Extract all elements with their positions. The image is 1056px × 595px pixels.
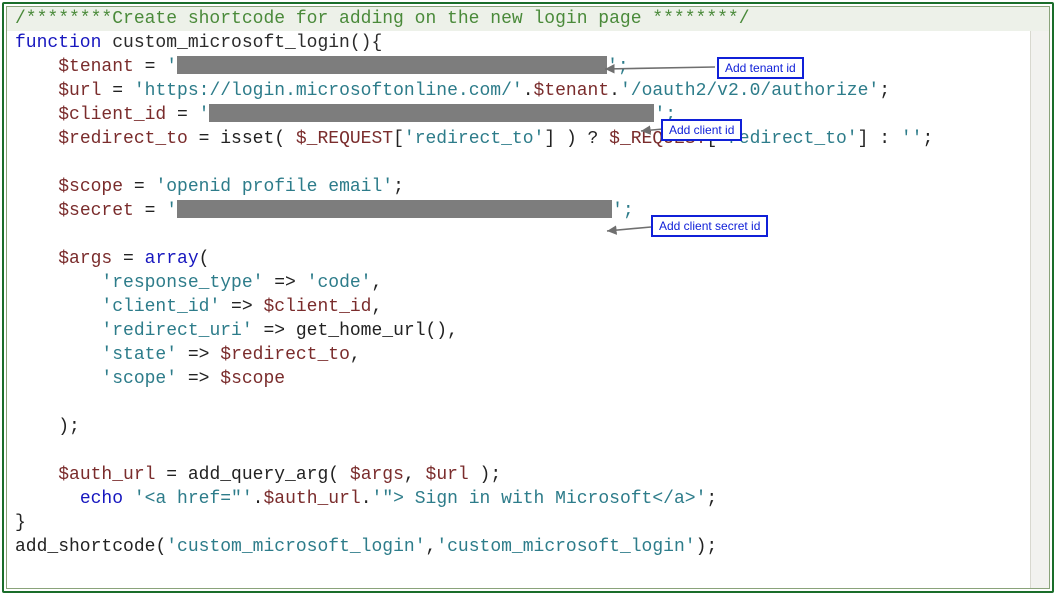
code-line: 'response_type' => 'code', bbox=[7, 271, 1049, 295]
keyword-echo: echo bbox=[80, 489, 123, 509]
code-line: $secret = ''; bbox=[7, 199, 1049, 223]
code-line: } bbox=[7, 511, 1049, 535]
redacted-tenant-id bbox=[177, 56, 607, 74]
code-block: /********Create shortcode for adding on … bbox=[7, 7, 1049, 559]
code-line: add_shortcode('custom_microsoft_login','… bbox=[7, 535, 1049, 559]
code-line: 'scope' => $scope bbox=[7, 367, 1049, 391]
code-line: 'redirect_uri' => get_home_url(), bbox=[7, 319, 1049, 343]
blank-line bbox=[7, 391, 1049, 415]
editor-viewport: /********Create shortcode for adding on … bbox=[6, 6, 1050, 589]
comment-text: /********Create shortcode for adding on … bbox=[15, 9, 750, 29]
blank-line bbox=[7, 439, 1049, 463]
code-line: echo '<a href="'.$auth_url.'"> Sign in w… bbox=[7, 487, 1049, 511]
callout-add-client-secret-id: Add client secret id bbox=[651, 215, 768, 237]
redacted-client-id bbox=[209, 104, 654, 122]
redacted-client-secret bbox=[177, 200, 612, 218]
var-redirect-to: $redirect_to bbox=[58, 129, 188, 149]
var-url: $url bbox=[58, 81, 101, 101]
code-line: function custom_microsoft_login(){ bbox=[7, 31, 1049, 55]
blank-line bbox=[7, 223, 1049, 247]
code-line: $redirect_to = isset( $_REQUEST['redirec… bbox=[7, 127, 1049, 151]
code-line: ); bbox=[7, 415, 1049, 439]
keyword-function: function bbox=[15, 33, 101, 53]
code-line: 'state' => $redirect_to, bbox=[7, 343, 1049, 367]
code-screenshot-frame: /********Create shortcode for adding on … bbox=[2, 2, 1054, 593]
code-line: $tenant = ''; bbox=[7, 55, 1049, 79]
code-line: $args = array( bbox=[7, 247, 1049, 271]
function-name: custom_microsoft_login(){ bbox=[101, 33, 382, 53]
code-line: 'client_id' => $client_id, bbox=[7, 295, 1049, 319]
var-client-id: $client_id bbox=[58, 105, 166, 125]
callout-add-client-id: Add client id bbox=[661, 119, 742, 141]
keyword-array: array bbox=[145, 249, 199, 269]
callout-arrow-tenant bbox=[603, 57, 723, 77]
code-line: $auth_url = add_query_arg( $args, $url )… bbox=[7, 463, 1049, 487]
var-args: $args bbox=[58, 249, 112, 269]
callout-arrow-secret bbox=[605, 219, 655, 235]
code-line: $scope = 'openid profile email'; bbox=[7, 175, 1049, 199]
code-comment-line: /********Create shortcode for adding on … bbox=[7, 7, 1049, 31]
code-line: $url = 'https://login.microsoftonline.co… bbox=[7, 79, 1049, 103]
var-secret: $secret bbox=[58, 201, 134, 221]
var-scope: $scope bbox=[58, 177, 123, 197]
callout-add-tenant-id: Add tenant id bbox=[717, 57, 804, 79]
blank-line bbox=[7, 151, 1049, 175]
var-auth-url: $auth_url bbox=[58, 465, 155, 485]
var-tenant: $tenant bbox=[58, 57, 134, 77]
code-line: $client_id = ''; bbox=[7, 103, 1049, 127]
